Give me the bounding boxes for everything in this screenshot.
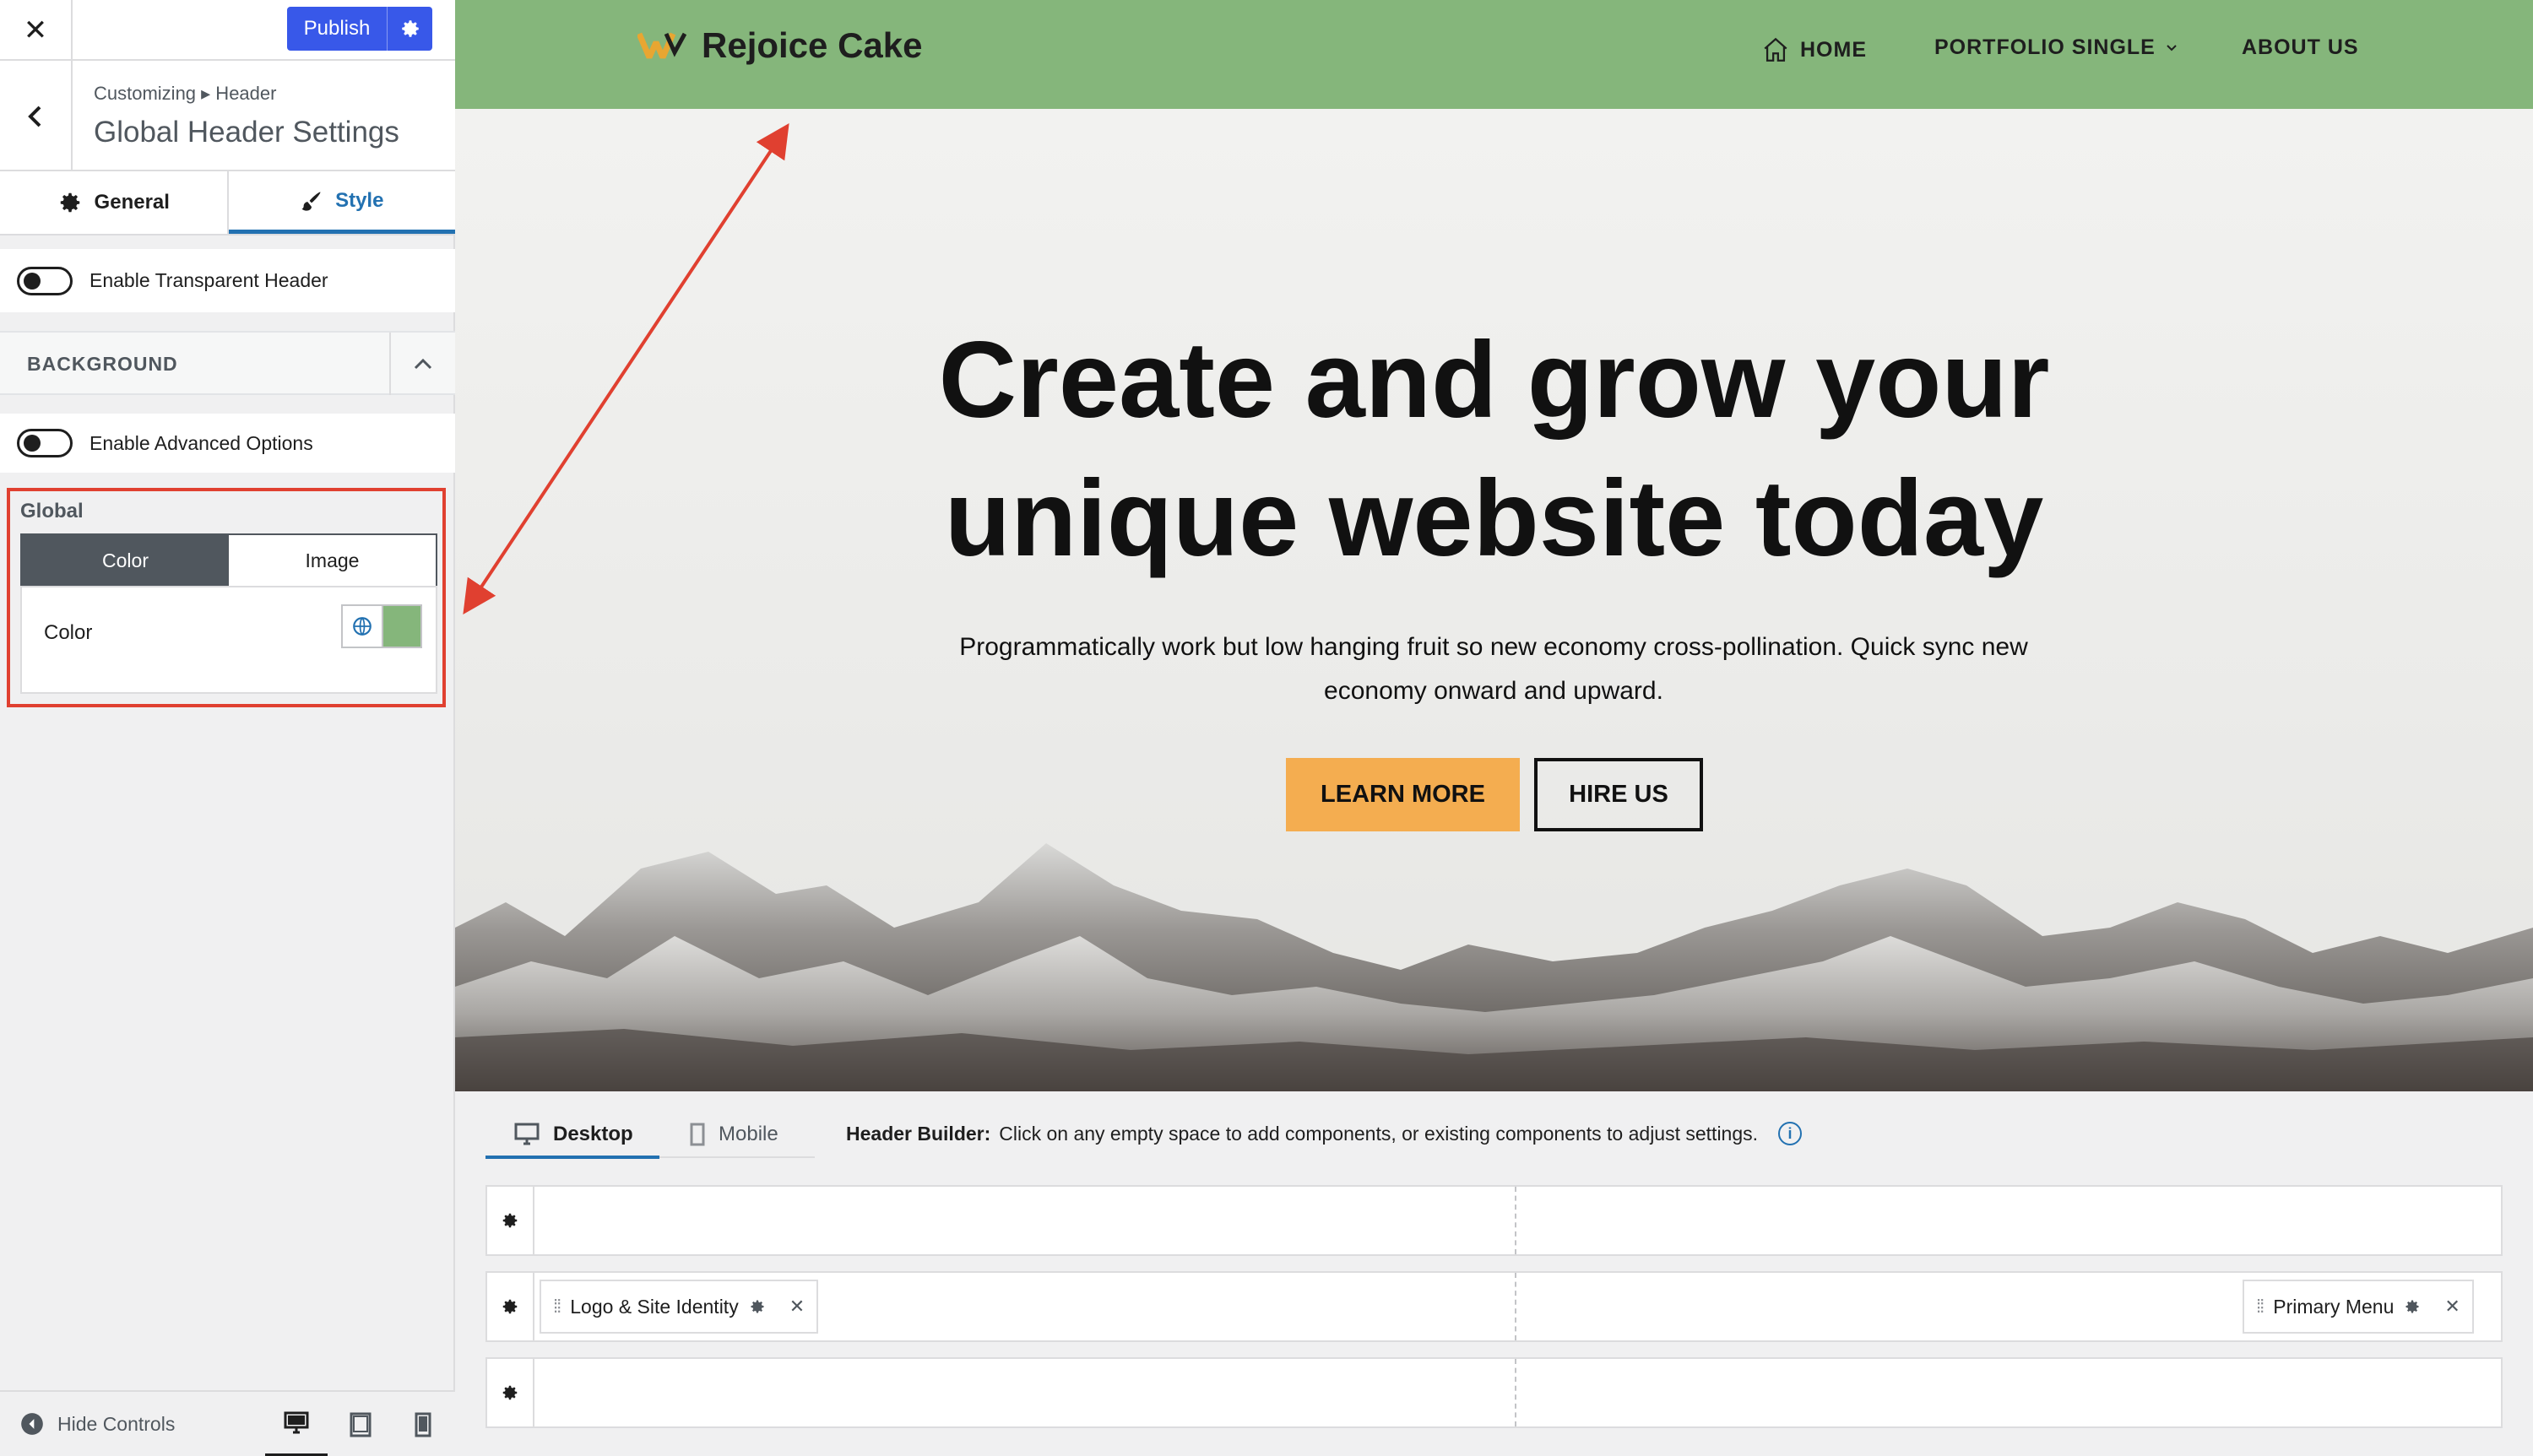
hero-title-line1: Create and grow your — [938, 320, 2050, 441]
builder-row-bottom[interactable] — [485, 1357, 2503, 1428]
chevron-down-icon — [2167, 44, 2177, 51]
nav-portfolio-single[interactable]: PORTFOLIO SINGLE — [1934, 35, 2178, 60]
builder-row-top[interactable] — [485, 1185, 2503, 1256]
row-divider — [1515, 1359, 1516, 1426]
row-settings-gear-icon[interactable] — [487, 1187, 534, 1254]
row-divider — [1515, 1187, 1516, 1254]
global-label: Global — [20, 500, 84, 522]
segment-image[interactable]: Image — [229, 535, 436, 586]
mountains-image — [455, 843, 2533, 1091]
component-logo-site-identity[interactable]: ⁞⁞ Logo & Site Identity ✕ — [540, 1280, 819, 1334]
builder-row-main[interactable]: ⁞⁞ Logo & Site Identity ✕ ⁞⁞ Primary Men… — [485, 1271, 2503, 1342]
section-header: Customizing ▸ Header Global Header Setti… — [0, 61, 455, 171]
site-header[interactable]: Rejoice Cake HOME PORTFOLIO SINGLE ABOUT… — [455, 0, 2533, 109]
nav-about-us[interactable]: ABOUT US — [2242, 35, 2359, 60]
hide-controls-button[interactable]: Hide Controls — [20, 1412, 175, 1436]
drag-handle-icon[interactable]: ⁞⁞ — [553, 1296, 561, 1318]
tab-style[interactable]: Style — [228, 171, 455, 234]
hero-section: Create and grow your unique website toda… — [455, 109, 2533, 1091]
close-icon[interactable]: ✕ — [0, 0, 73, 61]
remove-component-close-icon[interactable]: ✕ — [2444, 1296, 2460, 1318]
tab-general-label: General — [94, 191, 170, 214]
nav-home[interactable]: HOME — [1761, 35, 1867, 64]
logo-mark-icon — [637, 32, 686, 59]
globe-icon[interactable] — [341, 604, 382, 648]
site-title: Rejoice Cake — [702, 25, 923, 65]
advanced-options-toggle[interactable] — [17, 429, 73, 457]
tab-desktop[interactable]: Desktop — [514, 1113, 633, 1156]
advanced-options-row: Enable Advanced Options — [0, 414, 455, 473]
segment-color[interactable]: Color — [22, 535, 229, 586]
back-arrow-icon[interactable] — [0, 61, 73, 171]
drag-handle-icon[interactable]: ⁞⁞ — [2256, 1296, 2265, 1318]
row-settings-gear-icon[interactable] — [487, 1273, 534, 1340]
transparent-header-toggle[interactable] — [17, 266, 73, 295]
sidebar-topbar: ✕ Publish — [0, 0, 455, 61]
breadcrumb: Customizing ▸ Header — [94, 83, 277, 104]
site-logo[interactable]: Rejoice Cake — [637, 25, 922, 66]
row-settings-gear-icon[interactable] — [487, 1359, 534, 1426]
row-divider — [1515, 1273, 1516, 1340]
hire-us-button[interactable]: HIRE US — [1534, 758, 1703, 831]
mobile-icon — [690, 1123, 705, 1146]
background-section-header[interactable]: BACKGROUND — [0, 331, 455, 395]
remove-component-close-icon[interactable]: ✕ — [789, 1296, 805, 1318]
advanced-options-label: Enable Advanced Options — [89, 431, 313, 454]
builder-hint-text: Click on any empty space to add componen… — [999, 1122, 1759, 1145]
paintbrush-icon — [301, 192, 321, 211]
collapse-left-icon — [21, 1413, 43, 1435]
sidebar-footer: Hide Controls — [0, 1390, 455, 1456]
nav-home-label: HOME — [1800, 37, 1867, 62]
mobile-preview-icon[interactable] — [392, 1392, 454, 1456]
background-type-segmented-control: Color Image — [20, 533, 437, 587]
publish-label: Publish — [303, 17, 371, 40]
component-logo-label: Logo & Site Identity — [570, 1295, 739, 1318]
nav-about-label: ABOUT US — [2242, 35, 2359, 59]
color-label: Color — [44, 621, 93, 644]
tab-mobile[interactable]: Mobile — [690, 1113, 778, 1156]
builder-hint: Header Builder: Click on any empty space… — [846, 1122, 1803, 1145]
header-builder: Desktop Mobile Header Builder: Click on … — [455, 1091, 2533, 1456]
settings-tabs: General Style — [0, 171, 455, 235]
background-section-label: BACKGROUND — [27, 353, 178, 375]
page-title: Global Header Settings — [94, 116, 399, 149]
component-settings-gear-icon[interactable] — [749, 1298, 766, 1315]
transparent-header-label: Enable Transparent Header — [89, 269, 328, 291]
home-icon — [1764, 37, 1787, 62]
customizer-sidebar: ✕ Publish Customizing ▸ Header Global He… — [0, 0, 455, 1456]
hero-subtitle: Programmatically work but low hanging fr… — [959, 633, 2028, 705]
site-preview: Rejoice Cake HOME PORTFOLIO SINGLE ABOUT… — [455, 0, 2533, 1091]
learn-more-button[interactable]: LEARN MORE — [1286, 758, 1520, 831]
color-picker-card: Color — [20, 586, 437, 694]
gear-icon — [60, 192, 79, 213]
hero-title-line2: unique website today — [944, 458, 2044, 579]
builder-hint-label: Header Builder: — [846, 1122, 991, 1145]
color-swatch[interactable] — [382, 604, 422, 648]
info-icon[interactable]: i — [1778, 1122, 1803, 1145]
component-primary-menu[interactable]: ⁞⁞ Primary Menu ✕ — [2243, 1280, 2474, 1334]
tablet-preview-icon[interactable] — [329, 1392, 392, 1456]
component-settings-gear-icon[interactable] — [2404, 1298, 2421, 1315]
desktop-icon — [514, 1123, 540, 1145]
tab-divider — [659, 1156, 815, 1158]
tab-general[interactable]: General — [0, 171, 229, 234]
publish-settings-gear-icon[interactable] — [387, 7, 432, 51]
publish-button[interactable]: Publish — [287, 7, 432, 51]
hero-title: Create and grow your unique website toda… — [455, 311, 2533, 588]
desktop-preview-icon[interactable] — [265, 1392, 328, 1456]
nav-portfolio-label: PORTFOLIO SINGLE — [1934, 35, 2156, 59]
hide-controls-label: Hide Controls — [57, 1412, 176, 1435]
global-background-group: Global Color Image Color — [7, 488, 446, 707]
tab-desktop-label: Desktop — [553, 1123, 633, 1145]
chevron-up-icon[interactable] — [389, 333, 455, 395]
tab-style-label: Style — [335, 188, 384, 212]
tab-mobile-label: Mobile — [719, 1123, 778, 1145]
component-menu-label: Primary Menu — [2273, 1295, 2395, 1318]
active-tab-indicator — [485, 1156, 659, 1159]
transparent-header-row: Enable Transparent Header — [0, 249, 455, 312]
